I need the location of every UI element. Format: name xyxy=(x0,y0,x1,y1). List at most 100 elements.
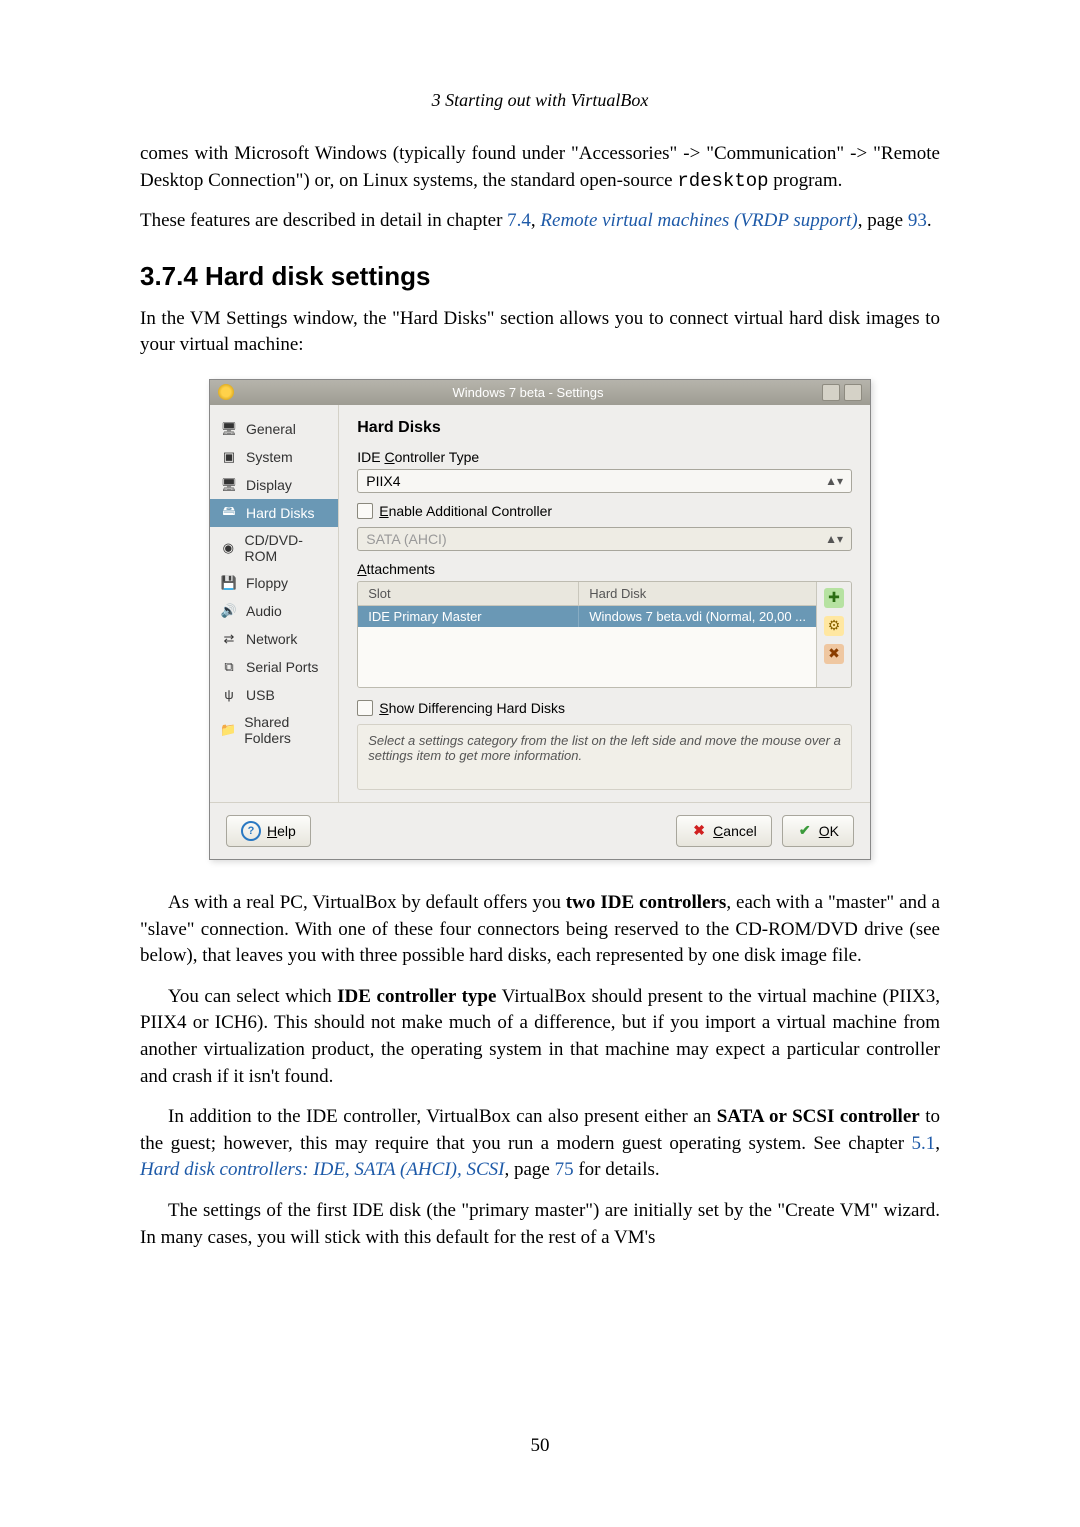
text: nable Additional Controller xyxy=(389,503,552,519)
network-icon: ⇄ xyxy=(220,630,238,648)
text: ontroller Type xyxy=(395,449,480,465)
mnemonic: S xyxy=(379,700,388,716)
caret-icon: ▲▾ xyxy=(825,532,843,546)
ok-button[interactable]: ✔ OK xyxy=(782,815,854,847)
content-header: Hard Disks xyxy=(357,419,852,437)
link-chapter-ref[interactable]: 5.1 xyxy=(912,1133,936,1154)
text: These features are described in detail i… xyxy=(140,210,507,231)
attachments-label: Attachments xyxy=(357,561,852,577)
text: elp xyxy=(277,823,296,839)
table-row[interactable]: IDE Primary Master Windows 7 beta.vdi (N… xyxy=(358,606,816,627)
enable-additional-controller-checkbox[interactable]: Enable Additional Controller xyxy=(357,503,852,519)
button-label: Help xyxy=(267,823,296,839)
caret-icon: ▲▾ xyxy=(825,474,843,488)
text: , page xyxy=(858,210,908,231)
cancel-button[interactable]: ✖ Cancel xyxy=(676,815,772,847)
text: for details. xyxy=(574,1159,660,1180)
bold-text: SATA or SCSI controller xyxy=(717,1106,920,1127)
mnemonic: E xyxy=(379,503,388,519)
sidebar-item-system[interactable]: ▣ System xyxy=(210,443,338,471)
sidebar-item-label: Audio xyxy=(246,603,282,619)
sidebar-item-cddvd[interactable]: ◉CD/DVD-ROM xyxy=(210,527,338,569)
column-header-harddisk: Hard Disk xyxy=(579,582,816,605)
button-label: Cancel xyxy=(713,823,757,839)
chip-icon: ▣ xyxy=(220,448,238,466)
code-text: rdesktop xyxy=(677,170,768,192)
sidebar-item-hard-disks[interactable]: 🖴Hard Disks xyxy=(210,499,338,527)
text: program. xyxy=(769,170,843,191)
paragraph: In the VM Settings window, the "Hard Dis… xyxy=(140,306,940,359)
table-main: Slot Hard Disk IDE Primary Master Window… xyxy=(358,582,816,687)
link-page-ref[interactable]: 93 xyxy=(908,210,927,231)
sidebar-item-label: Display xyxy=(246,477,292,493)
hint-box: Select a settings category from the list… xyxy=(357,724,852,790)
screenshot-figure: Windows 7 beta - Settings 🖥General ▣ Syst… xyxy=(140,379,940,860)
attachments-table: Slot Hard Disk IDE Primary Master Window… xyxy=(357,581,852,688)
close-icon[interactable] xyxy=(844,384,862,401)
sidebar-item-label: USB xyxy=(246,687,275,703)
serial-icon: ⧉ xyxy=(220,658,238,676)
checkbox-icon xyxy=(357,503,373,519)
cell-harddisk: Windows 7 beta.vdi (Normal, 20,00 ... xyxy=(579,606,816,627)
titlebar: Windows 7 beta - Settings xyxy=(210,380,870,405)
column-header-slot: Slot xyxy=(358,582,579,605)
sidebar-item-usb[interactable]: ψ USB xyxy=(210,681,338,709)
sidebar-item-display[interactable]: 🖥Display xyxy=(210,471,338,499)
help-button[interactable]: ? Help xyxy=(226,815,311,847)
floppy-icon: 💾 xyxy=(220,574,238,592)
dialog-body: 🖥General ▣ System 🖥Display 🖴Hard Disks ◉C… xyxy=(210,405,870,802)
configure-attachment-button[interactable]: ⚙ xyxy=(824,616,844,636)
gear-icon xyxy=(218,384,234,400)
window-title: Windows 7 beta - Settings xyxy=(234,385,822,400)
text: , page xyxy=(504,1159,554,1180)
sidebar-item-label: Floppy xyxy=(246,575,288,591)
settings-sidebar: 🖥General ▣ System 🖥Display 🖴Hard Disks ◉C… xyxy=(210,405,339,802)
text: , xyxy=(935,1133,940,1154)
sidebar-item-label: CD/DVD-ROM xyxy=(245,532,329,564)
link-chapter-ref[interactable]: 7.4 xyxy=(507,210,531,231)
link-chapter-title[interactable]: Remote virtual machines (VRDP support) xyxy=(540,210,857,231)
sidebar-item-shared-folders[interactable]: 📁Shared Folders xyxy=(210,709,338,751)
text: , xyxy=(531,210,541,231)
running-head: 3 Starting out with VirtualBox xyxy=(140,90,940,111)
text: In addition to the IDE controller, Virtu… xyxy=(168,1106,717,1127)
text: . xyxy=(927,210,932,231)
show-differencing-checkbox[interactable]: Show Differencing Hard Disks xyxy=(357,700,852,716)
sidebar-item-label: Shared Folders xyxy=(244,714,328,746)
usb-icon: ψ xyxy=(220,686,238,704)
cell-slot: IDE Primary Master xyxy=(358,606,579,627)
sidebar-item-general[interactable]: 🖥General xyxy=(210,415,338,443)
mnemonic: C xyxy=(384,449,394,465)
minimize-icon[interactable] xyxy=(822,384,840,401)
paragraph: In addition to the IDE controller, Virtu… xyxy=(140,1104,940,1184)
dropdown-value: SATA (AHCI) xyxy=(366,531,446,547)
sidebar-item-serial[interactable]: ⧉Serial Ports xyxy=(210,653,338,681)
sidebar-item-network[interactable]: ⇄ Network xyxy=(210,625,338,653)
sidebar-item-label: General xyxy=(246,421,296,437)
sidebar-item-audio[interactable]: 🔊 Audio xyxy=(210,597,338,625)
audio-icon: 🔊 xyxy=(220,602,238,620)
add-attachment-button[interactable]: ✚ xyxy=(824,588,844,608)
checkbox-label: Show Differencing Hard Disks xyxy=(379,700,565,716)
settings-content: Hard Disks IDE Controller Type PIIX4 ▲▾ … xyxy=(339,405,870,802)
text: ancel xyxy=(723,823,756,839)
paragraph: You can select which IDE controller type… xyxy=(140,984,940,1090)
sidebar-item-label: Network xyxy=(246,631,297,647)
table-header: Slot Hard Disk xyxy=(358,582,816,606)
page-number: 50 xyxy=(0,1435,1080,1457)
paragraph: These features are described in detail i… xyxy=(140,208,940,235)
remove-attachment-button[interactable]: ✖ xyxy=(824,644,844,664)
help-icon: ? xyxy=(241,821,261,841)
sidebar-item-floppy[interactable]: 💾 Floppy xyxy=(210,569,338,597)
link-page-ref[interactable]: 75 xyxy=(555,1159,574,1180)
checkbox-label: Enable Additional Controller xyxy=(379,503,552,519)
sidebar-item-label: System xyxy=(246,449,293,465)
footer-right: ✖ Cancel ✔ OK xyxy=(676,815,854,847)
sidebar-item-label: Hard Disks xyxy=(246,505,314,521)
paragraph: comes with Microsoft Windows (typically … xyxy=(140,141,940,194)
mnemonic: C xyxy=(713,823,723,839)
footer-left: ? Help xyxy=(226,815,311,847)
dialog-footer: ? Help ✖ Cancel ✔ OK xyxy=(210,802,870,859)
link-chapter-title[interactable]: Hard disk controllers: IDE, SATA (AHCI),… xyxy=(140,1159,504,1180)
ide-controller-dropdown[interactable]: PIIX4 ▲▾ xyxy=(357,469,852,493)
